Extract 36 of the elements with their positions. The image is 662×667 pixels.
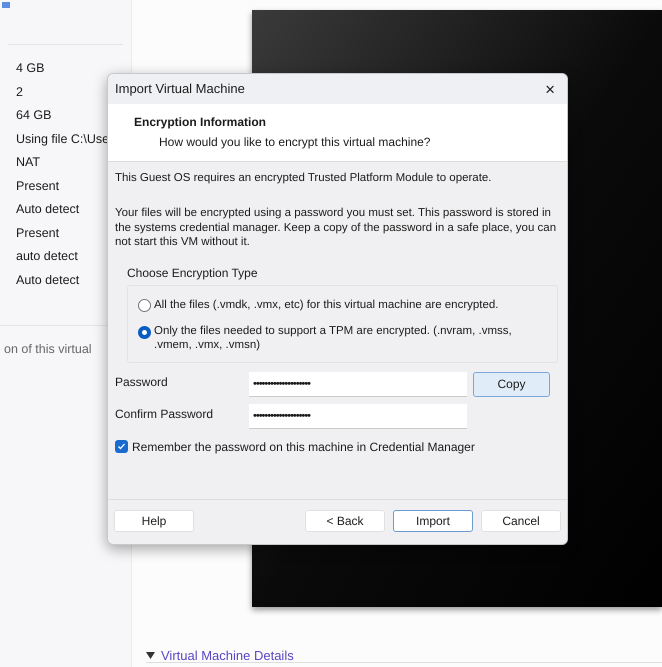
description-text: on of this virtual: [3, 341, 93, 358]
confirm-password-field[interactable]: ••••••••••••••••••••: [249, 404, 467, 429]
check-icon: [117, 442, 126, 452]
password-field[interactable]: ••••••••••••••••••••: [249, 372, 467, 397]
remember-label[interactable]: Remember the password on this machine in Credential Manager: [132, 438, 475, 456]
detail-value: 4 GB: [16, 60, 44, 77]
detail-value: NAT: [16, 154, 40, 171]
detail-value: 2: [16, 84, 23, 100]
radio-button[interactable]: [138, 326, 151, 339]
collapse-triangle-icon[interactable]: [146, 652, 155, 659]
dialog-button[interactable]: Import: [393, 510, 473, 532]
radio-label[interactable]: Only the files needed to support a TPM are encrypted. (.nvram, .vmss, .vmem, .vmx, .vmsn): [154, 324, 549, 352]
detail-value: 64 GB: [16, 107, 52, 124]
section-header[interactable]: Virtual Machine Details: [161, 649, 294, 662]
radio-label[interactable]: All the files (.vmdk, .vmx, etc) for this virtual machine are encrypted.: [154, 298, 498, 312]
remember-checkbox[interactable]: [115, 440, 128, 454]
confirm-password-label: Confirm Password: [115, 406, 214, 423]
header-subtitle: How would you like to encrypt this virtual machine?: [158, 134, 432, 151]
dialog-button[interactable]: Cancel: [481, 510, 561, 532]
detail-value: auto detect: [16, 248, 78, 265]
dialog-button[interactable]: < Back: [305, 510, 385, 532]
detail-value: Present: [16, 178, 60, 194]
app-icon: [2, 2, 10, 8]
copy-button[interactable]: Copy: [473, 372, 550, 397]
dialog-button[interactable]: Help: [114, 510, 194, 532]
radio-button[interactable]: [138, 298, 151, 312]
explanation-text: Your files will be encrypted using a password you must set. This password is stored in the systems credential manager. Keep a copy of the password in a safe place, you can not start this VM without it.: [115, 206, 558, 250]
detail-value: Auto detect: [16, 201, 80, 218]
notice-text: This Guest OS requires an encrypted Trusted Platform Module to operate.: [115, 171, 492, 186]
group-label: Choose Encryption Type: [127, 264, 259, 282]
header-title: Encryption Information: [134, 114, 267, 131]
close-button[interactable]: ×: [543, 80, 557, 98]
detail-value: Auto detect: [16, 272, 80, 288]
password-label: Password: [115, 374, 169, 391]
window-title: Import Virtual Machine: [115, 80, 245, 98]
detail-value: Present: [16, 224, 60, 242]
